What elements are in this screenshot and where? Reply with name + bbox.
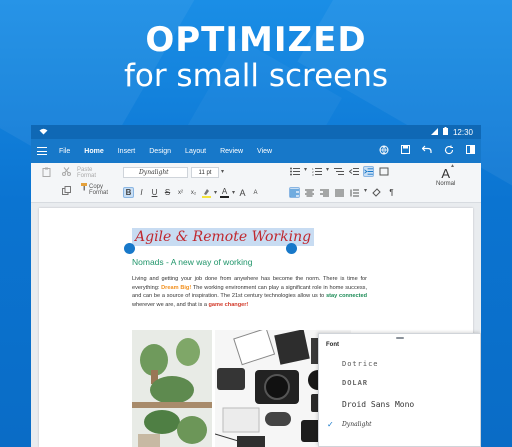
copy-format-label[interactable]: Copy Format — [89, 184, 108, 196]
font-option-label: Dotrice — [342, 360, 379, 368]
plants-desk-photo[interactable] — [132, 330, 212, 447]
list-group: ▾ 123 ▾ — [289, 166, 389, 177]
fullscreen-icon[interactable] — [466, 144, 475, 158]
font-option-dotrice[interactable]: Dotrice — [319, 354, 480, 374]
font-option-dynalight[interactable]: ✓ Dynalight — [319, 414, 480, 434]
menu-view[interactable]: View — [257, 148, 272, 155]
highlight-game-changer: game changer! — [208, 301, 249, 308]
undo-icon[interactable] — [421, 145, 432, 158]
formatting-ribbon: Paste Format Copy Format Dynalight 11 pt… — [31, 162, 481, 203]
multilevel-list-icon[interactable] — [333, 166, 344, 177]
grow-font-button[interactable]: A — [237, 187, 248, 198]
highlight-color-icon[interactable] — [201, 187, 212, 198]
numbered-list-icon[interactable]: 123 — [311, 166, 322, 177]
battery-icon — [442, 127, 448, 137]
panel-drag-handle[interactable] — [395, 337, 404, 339]
bold-button[interactable]: B — [123, 187, 134, 198]
font-size-field[interactable]: 11 pt — [191, 167, 219, 178]
bullet-list-icon[interactable] — [289, 166, 300, 177]
wifi-icon — [39, 128, 48, 137]
style-normal-button[interactable]: A Normal — [436, 166, 455, 187]
font-option-label: DOLAR — [342, 380, 369, 388]
checkmark-icon: ✓ — [327, 419, 334, 429]
chevron-down-icon[interactable]: ▾ — [304, 166, 307, 177]
menu-file[interactable]: File — [59, 148, 70, 155]
save-icon[interactable] — [401, 144, 410, 158]
paste-icon[interactable] — [41, 166, 52, 177]
justify-icon[interactable] — [334, 187, 345, 198]
promo-subtitle: for small screens — [123, 58, 389, 94]
highlight-dream-big: Dream Big! — [161, 284, 192, 291]
pilcrow-icon[interactable]: ¶ — [386, 187, 397, 198]
align-right-icon[interactable] — [319, 187, 330, 198]
shading-icon[interactable] — [371, 187, 382, 198]
shrink-font-button[interactable]: A — [250, 187, 261, 198]
selection-handle-right[interactable] — [286, 243, 297, 254]
superscript-icon[interactable]: x² — [175, 187, 186, 198]
underline-button[interactable]: U — [149, 187, 160, 198]
status-time: 12:30 — [452, 127, 473, 137]
subscript-icon[interactable]: x₂ — [188, 187, 199, 198]
copy-icon[interactable] — [61, 185, 72, 196]
increase-indent-icon[interactable] — [363, 166, 375, 177]
tablet-screen: 12:30 File Home Insert Design Layout Rev… — [31, 125, 481, 447]
menu-home[interactable]: Home — [84, 148, 103, 155]
text-style-group: B I U S x² x₂ ▾ A ▾ A A — [123, 187, 261, 198]
document-body[interactable]: Living and getting your job done from an… — [132, 275, 367, 309]
chevron-down-icon[interactable]: ▾ — [232, 189, 235, 196]
signal-icon — [430, 127, 438, 137]
hamburger-menu-icon[interactable] — [37, 147, 47, 155]
font-name-field[interactable]: Dynalight — [123, 167, 188, 178]
highlight-stay-connected: stay connected — [326, 293, 367, 300]
chevron-down-icon[interactable]: ▾ — [364, 187, 367, 198]
clipboard-group: Paste Format — [41, 166, 96, 179]
decrease-indent-icon[interactable] — [348, 166, 359, 177]
chevron-down-icon[interactable]: ▾ — [451, 162, 454, 169]
chevron-down-icon[interactable]: ▾ — [221, 168, 224, 175]
promo-title: OPTIMIZED — [145, 20, 367, 60]
status-bar: 12:30 — [31, 125, 481, 139]
document-subheading[interactable]: Nomads - A new way of working — [132, 257, 252, 267]
menu-layout[interactable]: Layout — [185, 148, 206, 155]
globe-icon[interactable] — [379, 145, 389, 158]
selection-handle-left[interactable] — [124, 243, 135, 254]
font-option-label: Dynalight — [342, 420, 372, 428]
line-spacing-icon[interactable] — [349, 187, 360, 198]
cut-icon[interactable] — [61, 166, 72, 177]
style-normal-label: Normal — [436, 181, 456, 187]
font-options-list: Dotrice DOLAR Droid Sans Mono ✓ Dynaligh… — [319, 354, 480, 434]
menu-review[interactable]: Review — [220, 148, 243, 155]
font-option-dolar[interactable]: DOLAR — [319, 374, 480, 394]
svg-text:3: 3 — [312, 173, 314, 176]
menu-design[interactable]: Design — [149, 148, 171, 155]
align-center-icon[interactable] — [304, 187, 315, 198]
align-left-icon[interactable] — [289, 187, 300, 198]
chevron-down-icon[interactable]: ▾ — [214, 189, 217, 196]
font-color-glyph: A — [221, 186, 228, 196]
alignment-group: ▾ ¶ — [289, 187, 397, 198]
font-option-label: Droid Sans Mono — [342, 399, 415, 409]
paste-format-label[interactable]: Paste Format — [77, 167, 99, 179]
refresh-icon[interactable] — [444, 145, 454, 158]
font-color-button[interactable]: A — [219, 187, 230, 198]
document-heading[interactable]: Agile & Remote Working — [132, 228, 315, 246]
body-part-3: wherever we are, and that is a — [132, 301, 209, 308]
menu-bar: File Home Insert Design Layout Review Vi… — [31, 139, 481, 163]
font-panel-title: Font — [326, 342, 339, 348]
italic-button[interactable]: I — [136, 187, 147, 198]
font-option-droid-sans-mono[interactable]: Droid Sans Mono — [319, 394, 480, 414]
strikethrough-button[interactable]: S — [162, 187, 173, 198]
font-picker-panel: Font Dotrice DOLAR Droid Sans Mono ✓ Dyn… — [318, 333, 481, 447]
paragraph-spacing-icon[interactable] — [378, 166, 389, 177]
menu-insert[interactable]: Insert — [118, 148, 136, 155]
chevron-down-icon[interactable]: ▾ — [326, 166, 329, 177]
